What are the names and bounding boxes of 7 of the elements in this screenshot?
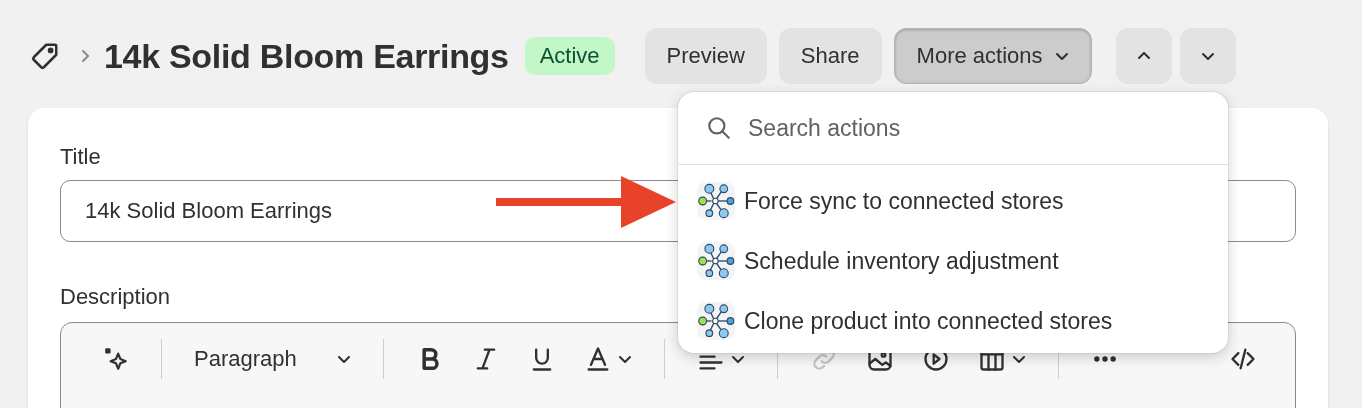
menu-item-label: Force sync to connected stores bbox=[744, 187, 1064, 215]
title-label: Title bbox=[60, 144, 102, 170]
description-label: Description bbox=[60, 284, 172, 310]
page-title: 14k Solid Bloom Earrings bbox=[104, 36, 509, 76]
menu-item-label: Schedule inventory adjustment bbox=[744, 247, 1059, 275]
status-badge: Active bbox=[524, 37, 615, 75]
menu-item-label: Clone product into connected stores bbox=[744, 307, 1113, 335]
